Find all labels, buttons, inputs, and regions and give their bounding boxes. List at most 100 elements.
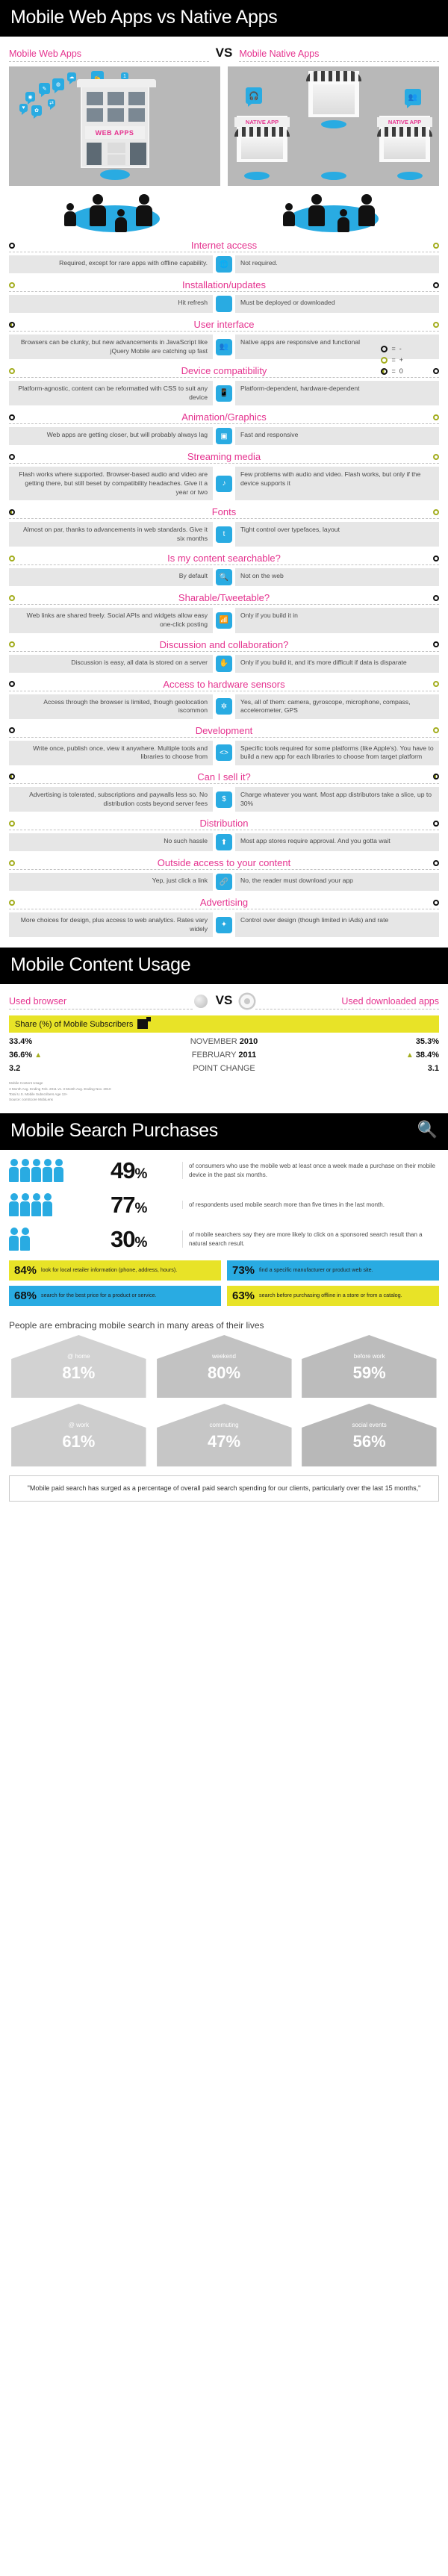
marker-left [9,508,15,515]
person-figure-icon [31,1193,41,1217]
app-bubble-icon: ◉ [25,92,35,105]
apps-share: ▲ 38.4% [342,1051,439,1060]
marker-right [433,727,439,734]
percentage-box: 63% search before purchasing offline in a… [227,1285,439,1306]
usage-month: FEBRUARY [191,1051,237,1060]
marker-left [9,321,15,328]
app-bubble-icon: ☁ [67,72,76,84]
house-stat: social events 56% [299,1402,439,1466]
infographic-page: Mobile Web Apps vs Native Apps Mobile We… [0,0,448,1502]
comparison-row-body: Platform-agnostic, content can be reform… [9,381,439,406]
search-icon: 🔍 [216,569,232,586]
person-figure-icon [20,1159,30,1183]
usage-row: 33.4% NOVEMBER 2010 35.3% [0,1033,448,1046]
stat-value: 30% [111,1226,176,1253]
comparison-row-body: No such hassle ⬆ Most app stores require a… [9,833,439,852]
marker-right [433,859,439,866]
person-figure-icon [20,1228,30,1251]
comparison-row-body: Almost on par, thanks to advancements in… [9,522,439,547]
phone-icon: 📱 [216,385,232,402]
comparison-row-body: Yep, just click a link 🔗 No, the reader mu… [9,873,439,892]
comparison-category: Fonts [211,506,237,518]
comparison-row: Access to hardware sensors Access through… [9,679,439,719]
web-app-cell: Browsers can be clunky, but new advancem… [9,335,213,360]
comparison-row-header: Streaming media [9,451,439,464]
native-app-shop-left: NATIVE APP [234,116,290,162]
comparison-row: Advertising More choices for design, plus… [9,897,439,938]
native-app-cell: Not required. [235,255,439,273]
native-apps-illustration: 🎧 👥 NATIVE APP NATIVE APP [228,66,439,186]
legend-marker-negative [381,345,388,352]
browser-share-value: 3.2 [9,1064,21,1074]
comparison-row-body: Web apps are getting closer, but will pr… [9,427,439,446]
percentage-text: find a specific manufacturer or product … [259,1266,373,1274]
person-figure-icon [31,1159,41,1183]
comparison-row-body: Web links are shared freely. Social APIs… [9,608,439,633]
native-app-shop-top [305,71,361,117]
comparison-row-header: Sharable/Tweetable? [9,592,439,606]
house-label: weekend [211,1352,237,1360]
marker-left [9,453,15,460]
native-app-cell: No, the reader must download your app [235,873,439,892]
percentage-box: 68% search for the best price for a produ… [9,1285,221,1306]
web-app-cell: Access through the browser is limited, t… [9,694,213,719]
person-figure-icon [54,1159,63,1183]
search-stat: 49% of consumers who use the mobile web a… [0,1150,448,1184]
comparison-row-header: Discussion and collaboration? [9,639,439,652]
comparison-category: User interface [193,319,255,330]
usage-period: FEBRUARY 2011 [106,1051,342,1060]
comparison-row: Internet access Required, except for rare… [9,240,439,273]
search-stat: 77% of respondents used mobile search mor… [0,1184,448,1219]
native-app-cell: Yes, all of them: camera, gyroscope, mic… [235,694,439,719]
native-app-cell: Platform-dependent, hardware-dependent [235,381,439,406]
legend-symbol: 0 [399,367,403,375]
native-app-cell: Control over design (though limited in i… [235,912,439,938]
app-bubble-icon: ◍ [52,78,64,93]
marker-left [9,859,15,866]
apps-share: 3.1 [342,1064,439,1073]
comparison-category: Streaming media [187,451,261,463]
web-apps-illustration: ◉ ✎ ♥ ✿ ⇄ ◍ ☁ ♪ ✍ ➤ 1 £ 🔒 ▭ WEB APPS [9,66,220,186]
percentage-value: 84% [14,1263,37,1277]
comparison-row-body: Write once, publish once, view it anywhe… [9,740,439,765]
connector-ellipse [397,172,423,180]
stat-number: 30 [111,1225,135,1252]
comparison-row-header: Outside access to your content [9,857,439,871]
code-icon: <> [216,744,232,762]
chart-icon [137,1017,152,1030]
trend-arrow-right: ▲ [405,1051,414,1060]
search-stat: 30% of mobile searchers say they are more… [0,1219,448,1253]
comparison-category: Is my content searchable? [167,553,281,564]
comparison-row: Animation/Graphics Web apps are getting c… [9,411,439,446]
legend: = - = + = 0 [381,345,403,379]
house-stat: weekend 80% [155,1334,294,1398]
connector-ellipse [320,172,346,180]
marker-right [433,367,439,374]
people-row [0,186,448,235]
comparison-category: Advertising [199,897,249,909]
person-figure-icon [43,1193,52,1217]
marker-left [9,681,15,688]
house-value: 61% [62,1431,96,1451]
globe-icon: 🌐 [216,256,232,273]
comparison-row-header: Installation/updates [9,279,439,292]
marker-left [9,727,15,734]
vs-word: VS [215,46,233,60]
comparison-row-header: Development [9,725,439,738]
stat-number: 77 [111,1191,135,1218]
comparison-category: Distribution [199,818,249,830]
marker-right [433,594,439,601]
marker-right [433,681,439,688]
native-app-cell: Charge whatever you want. Most app distr… [235,786,439,812]
browser-share: 3.2 [9,1064,106,1073]
web-app-cell: Almost on par, thanks to advancements in… [9,522,213,547]
comparison-category: Discussion and collaboration? [159,638,289,650]
house-stat: @ work 61% [9,1402,149,1466]
marker-right [433,281,439,288]
web-app-cell: Web links are shared freely. Social APIs… [9,608,213,633]
native-app-cell: Fast and responsive [235,427,439,446]
vs-header: Mobile Web Apps VS Mobile Native Apps [0,37,448,62]
hand-icon: ✋ [216,655,232,672]
usage-row: 3.2 POINT CHANGE 3.1 [0,1060,448,1073]
native-app-sign: NATIVE APP [234,117,290,127]
